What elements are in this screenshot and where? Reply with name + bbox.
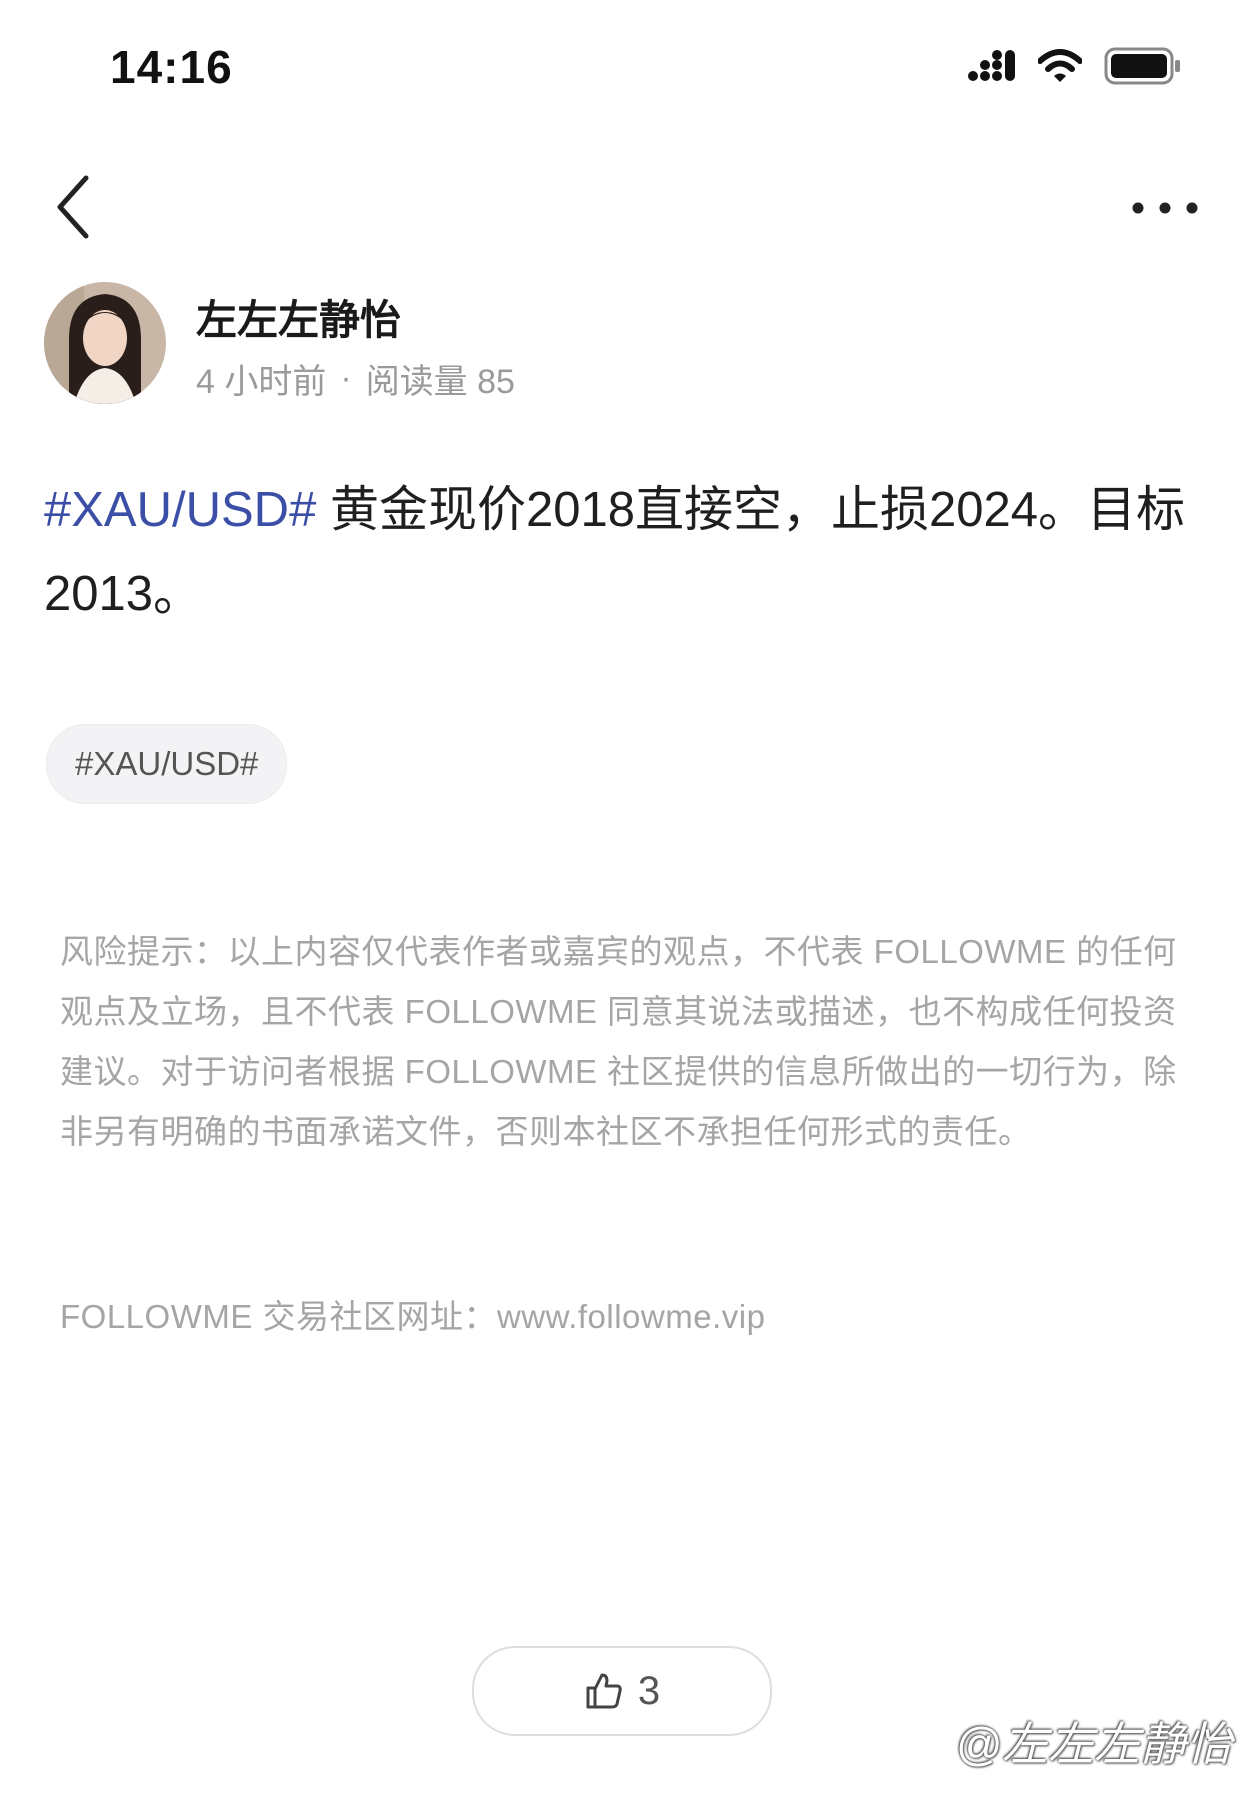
author-name[interactable]: 左左左静怡 xyxy=(196,286,401,346)
status-icons xyxy=(968,46,1182,90)
post-hashtag-link[interactable]: #XAU/USD# xyxy=(44,483,316,537)
post-time: 4 小时前 xyxy=(196,363,327,401)
like-count: 3 xyxy=(637,1668,661,1713)
watermark-text: @左左左静怡 xyxy=(955,1718,1232,1770)
risk-disclaimer: 风险提示：以上内容仅代表作者或嘉宾的观点，不代表 FOLLOWME 的任何观点及… xyxy=(60,933,1177,1150)
topic-tag-chip[interactable]: #XAU/USD# xyxy=(46,724,288,804)
avatar[interactable] xyxy=(44,282,166,404)
wifi-icon xyxy=(1037,48,1083,88)
view-count: 阅读量 85 xyxy=(365,363,515,401)
post-content: #XAU/USD# 黄金现价2018直接空，止损2024。目标2013。 xyxy=(44,468,1204,636)
more-button[interactable] xyxy=(1130,196,1200,220)
status-time: 14:16 xyxy=(110,41,233,93)
meta-separator: · xyxy=(340,359,352,397)
thumbs-up-icon xyxy=(586,1673,622,1709)
site-url-line: FOLLOWME 交易社区网址：www.followme.vip xyxy=(60,1298,766,1335)
like-button[interactable]: 3 xyxy=(472,1646,772,1736)
signal-icon xyxy=(968,49,1016,88)
more-icon xyxy=(1132,202,1198,214)
weibo-logo-icon xyxy=(911,1725,947,1757)
back-button[interactable] xyxy=(52,172,108,242)
back-chevron-icon xyxy=(57,175,89,239)
battery-icon xyxy=(1104,47,1182,90)
post-meta: 4 小时前 · 阅读量 85 xyxy=(196,354,515,403)
watermark: @左左左静怡 xyxy=(909,1708,1232,1774)
